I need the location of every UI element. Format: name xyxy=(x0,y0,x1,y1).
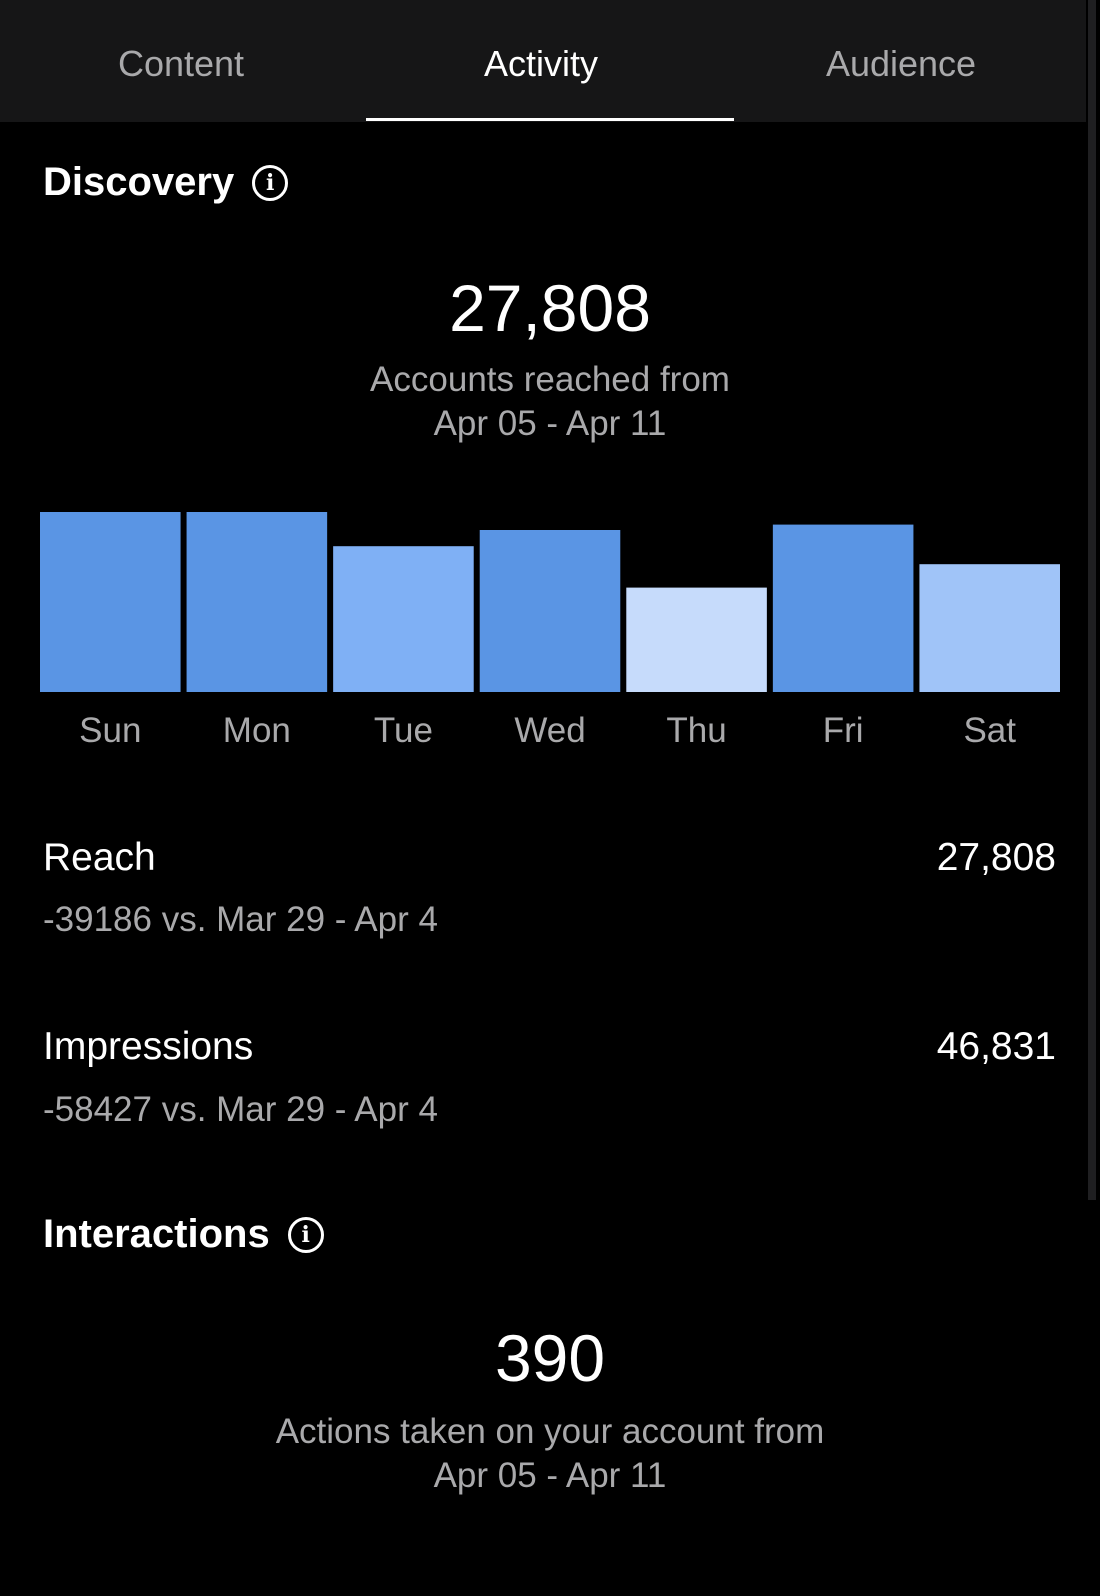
discovery-caption-line1: Accounts reached from xyxy=(370,360,730,399)
bar-wed[interactable] xyxy=(479,530,621,692)
tab-bar: Content Activity Audience xyxy=(0,0,1086,122)
tab-audience[interactable]: Audience xyxy=(720,0,1082,122)
discovery-title: Discovery xyxy=(43,160,235,204)
interactions-title: Interactions xyxy=(43,1212,270,1256)
info-icon[interactable]: i xyxy=(252,164,289,201)
interactions-caption-line1: Actions taken on your account from xyxy=(275,1412,825,1451)
bar-thu[interactable] xyxy=(626,587,767,692)
interactions-total: 390 xyxy=(494,1321,606,1395)
tick-label-sat: Sat xyxy=(963,711,1016,750)
bar-tue[interactable] xyxy=(333,546,474,692)
tick-label-sun: Sun xyxy=(79,711,141,750)
tick-label-wed: Wed xyxy=(514,711,585,750)
tab-activity[interactable]: Activity xyxy=(360,0,722,122)
tick-label-thu: Thu xyxy=(666,711,726,750)
tick-label-mon: Mon xyxy=(223,711,291,750)
reach-label: Reach xyxy=(43,836,156,879)
active-tab-indicator xyxy=(366,118,734,121)
reach-value: 27,808 xyxy=(936,836,1056,879)
discovery-heading: Discovery i xyxy=(43,160,289,205)
discovery-total: 27,808 xyxy=(449,271,651,345)
impressions-value: 46,831 xyxy=(936,1025,1056,1068)
discovery-caption-line2: Apr 05 - Apr 11 xyxy=(433,404,667,443)
info-icon[interactable]: i xyxy=(287,1216,324,1253)
interactions-heading: Interactions i xyxy=(43,1212,324,1257)
discovery-bar-chart: Sun Mon Tue Wed Thu Fri Sat xyxy=(40,512,1060,750)
impressions-comparison: -58427 vs. Mar 29 - Apr 4 xyxy=(43,1090,438,1129)
bar-sat[interactable] xyxy=(919,564,1060,692)
bar-sun[interactable] xyxy=(40,512,181,692)
bar-fri[interactable] xyxy=(772,524,914,692)
tick-label-tue: Tue xyxy=(374,711,433,750)
interactions-caption-line2: Apr 05 - Apr 11 xyxy=(433,1456,667,1495)
impressions-label: Impressions xyxy=(43,1025,254,1068)
tick-label-fri: Fri xyxy=(823,711,864,750)
reach-comparison: -39186 vs. Mar 29 - Apr 4 xyxy=(43,900,438,939)
bar-mon[interactable] xyxy=(186,512,328,692)
tab-content[interactable]: Content xyxy=(0,0,362,122)
